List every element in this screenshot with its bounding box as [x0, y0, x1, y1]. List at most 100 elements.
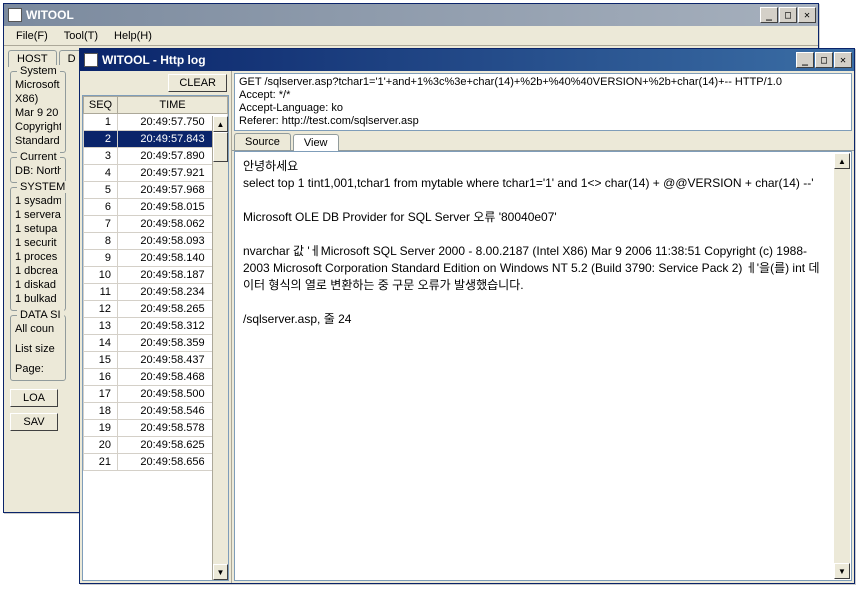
response-line: Microsoft OLE DB Provider for SQL Server… [243, 209, 825, 226]
scroll-up-icon[interactable]: ▲ [213, 116, 228, 132]
table-row[interactable]: 620:49:58.015 [84, 199, 228, 216]
table-row[interactable]: 220:49:57.843 [84, 131, 228, 148]
table-row[interactable]: 1420:49:58.359 [84, 335, 228, 352]
menu-help[interactable]: Help(H) [106, 28, 160, 44]
cell-seq: 2 [84, 131, 118, 148]
cell-seq: 6 [84, 199, 118, 216]
cell-seq: 7 [84, 216, 118, 233]
cell-seq: 19 [84, 420, 118, 437]
table-row[interactable]: 320:49:57.890 [84, 148, 228, 165]
log-right-panel: GET /sqlserver.asp?tchar1='1'+and+1%3c%3… [232, 71, 854, 583]
cell-time: 20:49:58.468 [118, 369, 228, 386]
cell-time: 20:49:58.625 [118, 437, 228, 454]
view-scrollbar[interactable]: ▲ ▼ [834, 153, 850, 579]
all-count: All coun [15, 322, 61, 336]
cell-time: 20:49:58.359 [118, 335, 228, 352]
table-row[interactable]: 1020:49:58.187 [84, 267, 228, 284]
table-row[interactable]: 1720:49:58.500 [84, 386, 228, 403]
table-row[interactable]: 120:49:57.750 [84, 114, 228, 131]
request-accept: Accept: */* [239, 89, 847, 102]
cell-seq: 1 [84, 114, 118, 131]
cell-time: 20:49:58.656 [118, 454, 228, 471]
save-button[interactable]: SAV [10, 413, 58, 431]
current-db: DB: North [15, 164, 61, 178]
close-button[interactable]: ✕ [834, 52, 852, 68]
table-row[interactable]: 1820:49:58.546 [84, 403, 228, 420]
request-box: GET /sqlserver.asp?tchar1='1'+and+1%3c%3… [234, 73, 852, 131]
system-role-item: 1 sysadm [15, 194, 61, 208]
tab-view[interactable]: View [293, 134, 339, 151]
table-row[interactable]: 720:49:58.062 [84, 216, 228, 233]
system2-legend: SYSTEM [17, 181, 68, 193]
response-line: 안녕하세요 [243, 158, 825, 175]
cell-time: 20:49:58.093 [118, 233, 228, 250]
scroll-thumb[interactable] [213, 132, 228, 162]
cell-time: 20:49:58.234 [118, 284, 228, 301]
response-line: /sqlserver.asp, 줄 24 [243, 311, 825, 328]
request-lang: Accept-Language: ko [239, 102, 847, 115]
table-row[interactable]: 1920:49:58.578 [84, 420, 228, 437]
system-role-item: 1 servera [15, 208, 61, 222]
scroll-down-icon[interactable]: ▼ [213, 564, 228, 580]
table-row[interactable]: 1520:49:58.437 [84, 352, 228, 369]
minimize-button[interactable]: _ [760, 7, 778, 23]
maximize-button[interactable]: □ [779, 7, 797, 23]
response-line: nvarchar 값 'ㅔMicrosoft SQL Server 2000 -… [243, 243, 825, 294]
table-row[interactable]: 2120:49:58.656 [84, 454, 228, 471]
cell-seq: 10 [84, 267, 118, 284]
app-icon [84, 53, 98, 67]
cell-time: 20:49:58.312 [118, 318, 228, 335]
col-time[interactable]: TIME [118, 97, 228, 114]
scroll-down-icon[interactable]: ▼ [834, 563, 850, 579]
httplog-titlebar[interactable]: WITOOL - Http log _ □ ✕ [80, 49, 854, 71]
list-size: List size [15, 342, 61, 356]
log-grid: SEQ TIME 120:49:57.750220:49:57.843320:4… [82, 95, 229, 581]
menu-tool[interactable]: Tool(T) [56, 28, 106, 44]
minimize-button[interactable]: _ [796, 52, 814, 68]
log-left-panel: CLEAR SEQ TIME 120:49:57.750220:49:57.84… [80, 71, 232, 583]
table-row[interactable]: 420:49:57.921 [84, 165, 228, 182]
response-line [243, 226, 825, 243]
table-row[interactable]: 1320:49:58.312 [84, 318, 228, 335]
cell-seq: 20 [84, 437, 118, 454]
cell-time: 20:49:58.265 [118, 301, 228, 318]
load-button[interactable]: LOA [10, 389, 58, 407]
main-titlebar[interactable]: WITOOL _ □ ✕ [4, 4, 818, 26]
cell-seq: 18 [84, 403, 118, 420]
page-label: Page: [15, 362, 61, 376]
table-row[interactable]: 1220:49:58.265 [84, 301, 228, 318]
cell-seq: 4 [84, 165, 118, 182]
table-row[interactable]: 2020:49:58.625 [84, 437, 228, 454]
cell-time: 20:49:57.750 [118, 114, 228, 131]
cell-seq: 8 [84, 233, 118, 250]
scroll-up-icon[interactable]: ▲ [834, 153, 850, 169]
table-row[interactable]: 1620:49:58.468 [84, 369, 228, 386]
cell-time: 20:49:57.890 [118, 148, 228, 165]
cell-time: 20:49:58.062 [118, 216, 228, 233]
system-role-item: 1 dbcrea [15, 264, 61, 278]
table-row[interactable]: 520:49:57.968 [84, 182, 228, 199]
httplog-title: WITOOL - Http log [102, 53, 206, 67]
cell-seq: 3 [84, 148, 118, 165]
system-role-item: 1 setupa [15, 222, 61, 236]
grid-scrollbar[interactable]: ▲ ▼ [212, 116, 228, 580]
httplog-window: WITOOL - Http log _ □ ✕ CLEAR SEQ TIME [79, 48, 855, 584]
system-line: Standard [15, 134, 61, 148]
clear-button[interactable]: CLEAR [168, 74, 227, 92]
table-row[interactable]: 920:49:58.140 [84, 250, 228, 267]
table-row[interactable]: 820:49:58.093 [84, 233, 228, 250]
cell-seq: 12 [84, 301, 118, 318]
menu-file[interactable]: File(F) [8, 28, 56, 44]
maximize-button[interactable]: □ [815, 52, 833, 68]
cell-time: 20:49:58.140 [118, 250, 228, 267]
system-role-item: 1 bulkad [15, 292, 61, 306]
table-row[interactable]: 1120:49:58.234 [84, 284, 228, 301]
data-legend: DATA SI [17, 309, 64, 321]
app-icon [8, 8, 22, 22]
system-line: Copyright [15, 120, 61, 134]
system-role-item: 1 diskad [15, 278, 61, 292]
system-role-item: 1 proces [15, 250, 61, 264]
col-seq[interactable]: SEQ [84, 97, 118, 114]
close-button[interactable]: ✕ [798, 7, 816, 23]
tab-source[interactable]: Source [234, 133, 291, 150]
